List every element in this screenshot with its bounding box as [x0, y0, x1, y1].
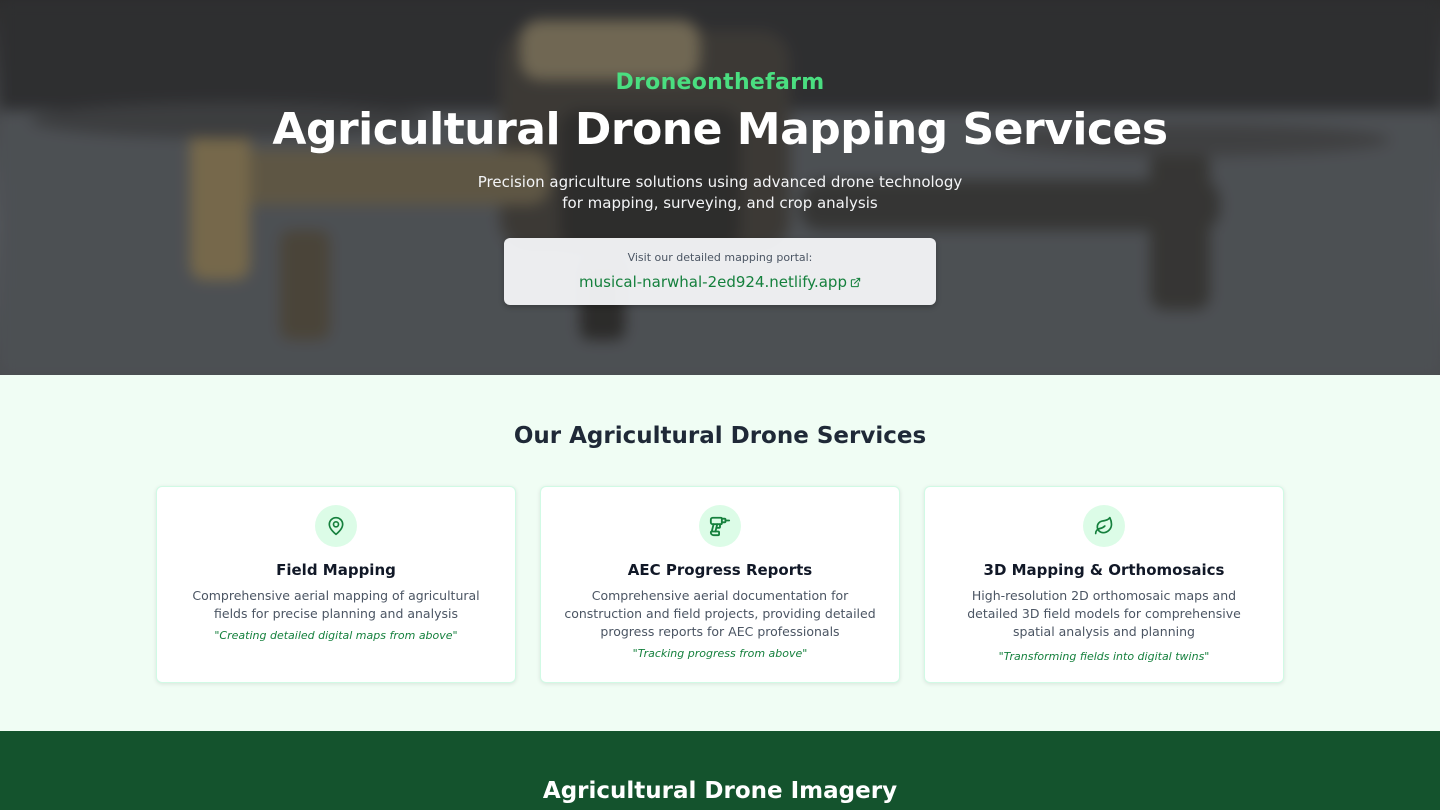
service-card-description: High-resolution 2D orthomosaic maps and … [967, 588, 1241, 639]
service-card-field-mapping: Field Mapping Comprehensive aerial mappi… [156, 486, 516, 683]
service-card-quote: "Transforming fields into digital twins" [998, 650, 1210, 663]
service-card-description: Comprehensive aerial mapping of agricult… [192, 588, 480, 621]
service-card-quote: "Tracking progress from above" [632, 647, 808, 660]
drill-icon [709, 516, 731, 537]
service-card-title: 3D Mapping & Orthomosaics [983, 561, 1225, 579]
service-icon-container [699, 505, 741, 547]
mapping-portal-card: Visit our detailed mapping portal: music… [504, 238, 936, 305]
services-section: Our Agricultural Drone Services Field Ma… [0, 375, 1440, 731]
map-pin-icon [328, 516, 344, 536]
service-card-description: Comprehensive aerial documentation for c… [564, 588, 876, 639]
hero-subtitle: Precision agriculture solutions using ad… [477, 173, 963, 212]
portal-link[interactable]: musical-narwhal-2ed924.netlify.app [504, 273, 936, 291]
service-card-aec-progress: AEC Progress Reports Comprehensive aeria… [540, 486, 900, 683]
portal-label: Visit our detailed mapping portal: [627, 251, 813, 264]
hero-content: Droneonthefarm Agricultural Drone Mappin… [0, 0, 1440, 375]
service-card-title: AEC Progress Reports [627, 561, 813, 579]
external-link-icon [850, 277, 861, 288]
services-title: Our Agricultural Drone Services [513, 423, 927, 449]
service-icon-container [315, 505, 357, 547]
service-card-quote: "Creating detailed digital maps from abo… [214, 629, 458, 642]
imagery-section: Agricultural Drone Imagery [0, 731, 1440, 810]
page-title: Agricultural Drone Mapping Services [272, 104, 1168, 155]
brand-name: Droneonthefarm [615, 70, 825, 95]
hero-section: Droneonthefarm Agricultural Drone Mappin… [0, 0, 1440, 375]
service-card-3d-mapping: 3D Mapping & Orthomosaics High-resolutio… [924, 486, 1284, 683]
leaf-icon [1094, 516, 1113, 535]
imagery-title: Agricultural Drone Imagery [542, 778, 898, 804]
service-card-title: Field Mapping [276, 561, 396, 579]
portal-link-text: musical-narwhal-2ed924.netlify.app [579, 273, 847, 291]
service-icon-container [1083, 505, 1125, 547]
